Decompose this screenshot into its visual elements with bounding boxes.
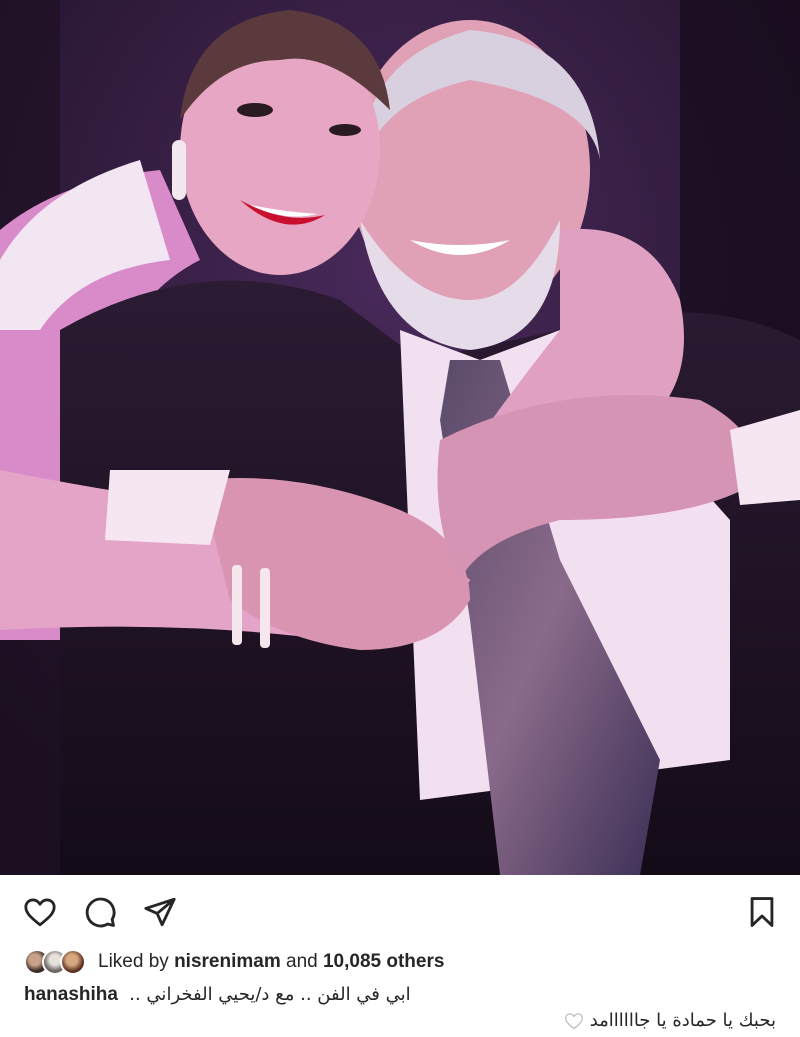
- share-button[interactable]: [140, 892, 180, 932]
- white-heart-icon: [564, 1012, 583, 1029]
- comment-icon: [85, 897, 116, 928]
- save-button[interactable]: [742, 892, 782, 932]
- comment-text: بحبك يا حمادة يا جاااااامد: [589, 1010, 776, 1031]
- likes-text: Liked by nisrenimam and 10,085 others: [98, 951, 444, 973]
- post-caption: hanashiha ابي في الفن .. مع د/يحيي الفخر…: [24, 984, 784, 1006]
- likes-others-link[interactable]: 10,085 others: [323, 951, 444, 972]
- liker-avatars[interactable]: [24, 949, 86, 975]
- caption-text: ابي في الفن .. مع د/يحيي الفخراني ..: [129, 984, 411, 1005]
- likes-summary: Liked by nisrenimam and 10,085 others: [24, 945, 444, 979]
- caption-username-link[interactable]: hanashiha: [24, 984, 118, 1005]
- bookmark-icon: [750, 897, 774, 927]
- post-photo[interactable]: [0, 0, 800, 875]
- avatar: [60, 949, 86, 975]
- action-bar: [0, 880, 800, 940]
- likes-prefix: Liked by: [98, 951, 169, 972]
- like-button[interactable]: [20, 892, 60, 932]
- liker-username-link[interactable]: nisrenimam: [174, 951, 281, 972]
- heart-icon: [24, 898, 56, 927]
- comment-button[interactable]: [80, 892, 120, 932]
- photo-image: [0, 0, 800, 875]
- paper-plane-icon: [144, 897, 176, 927]
- likes-joiner: and: [286, 951, 318, 972]
- comment-line: بحبك يا حمادة يا جاااااامد: [564, 1010, 776, 1031]
